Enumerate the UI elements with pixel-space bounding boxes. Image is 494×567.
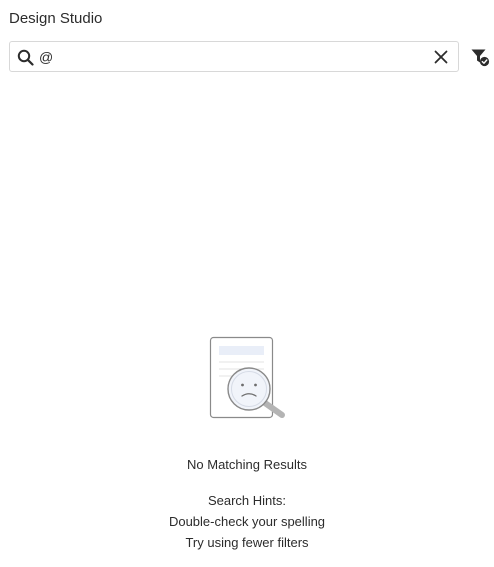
search-field[interactable]: [9, 41, 459, 72]
filter-icon[interactable]: [470, 47, 490, 67]
search-hints-title: Search Hints:: [207, 493, 287, 508]
close-icon[interactable]: [434, 50, 448, 64]
search-icon: [17, 49, 34, 66]
panel-title: Design Studio: [9, 10, 103, 27]
search-hint-item: Try using fewer filters: [185, 535, 309, 550]
no-results-message: No Matching Results: [187, 457, 307, 472]
search-input[interactable]: [39, 47, 419, 67]
no-results-illustration-icon: [209, 336, 285, 419]
search-hint-item: Double-check your spelling: [168, 514, 326, 529]
